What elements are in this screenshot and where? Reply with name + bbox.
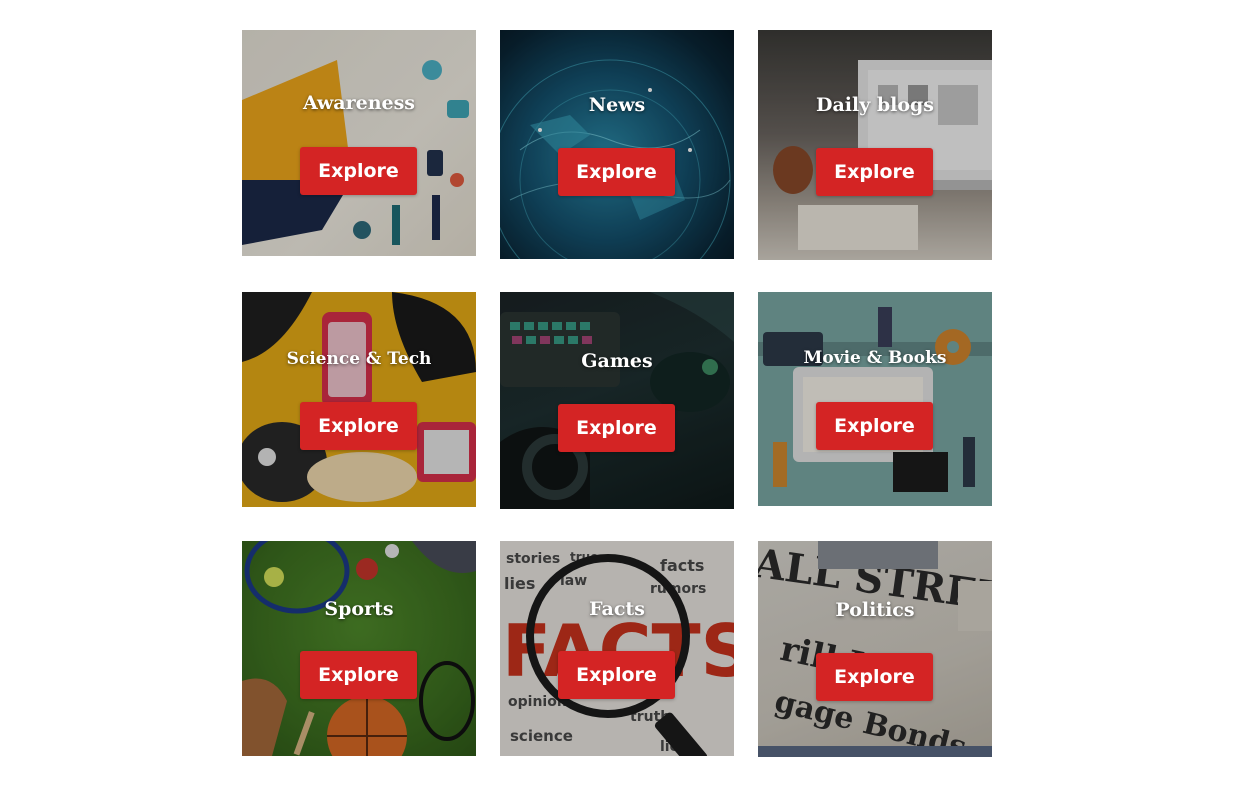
card-title: Politics — [835, 599, 915, 621]
explore-button[interactable]: Explore — [300, 651, 417, 699]
image-overlay — [500, 292, 734, 509]
category-card-news: News Explore — [500, 30, 734, 259]
category-card-games: Games Explore — [500, 292, 734, 509]
category-card-facts: stories true facts lies law rumors opini… — [500, 541, 734, 756]
image-overlay — [242, 292, 476, 507]
category-card-sports: Sports Explore — [242, 541, 476, 756]
category-card-movie-books: Movie & Books Explore — [758, 292, 992, 506]
card-title: Movie & Books — [803, 348, 947, 368]
explore-button[interactable]: Explore — [558, 404, 675, 452]
image-overlay — [758, 292, 992, 506]
card-title: Games — [581, 350, 653, 372]
explore-button[interactable]: Explore — [300, 147, 417, 195]
explore-button[interactable]: Explore — [300, 402, 417, 450]
card-title: News — [588, 94, 646, 116]
category-card-awareness: Awareness Explore — [242, 30, 476, 256]
explore-button[interactable]: Explore — [558, 148, 675, 196]
image-overlay — [500, 30, 734, 259]
explore-button[interactable]: Explore — [816, 148, 933, 196]
image-overlay — [758, 30, 992, 260]
card-title: Sports — [324, 598, 394, 620]
category-card-politics: ALL STREET JOU rill Up gage Bonds Politi… — [758, 541, 992, 757]
image-overlay — [242, 30, 476, 256]
card-title: Science & Tech — [286, 349, 432, 369]
card-title: Facts — [589, 598, 645, 620]
image-overlay — [500, 541, 734, 756]
card-title: Daily blogs — [815, 94, 935, 116]
card-title: Awareness — [302, 92, 416, 114]
category-card-science-tech: Science & Tech Explore — [242, 292, 476, 507]
explore-button[interactable]: Explore — [558, 651, 675, 699]
image-overlay — [242, 541, 476, 756]
explore-button[interactable]: Explore — [816, 402, 933, 450]
category-card-daily-blogs: Daily blogs Explore — [758, 30, 992, 260]
explore-button[interactable]: Explore — [816, 653, 933, 701]
image-overlay — [758, 541, 992, 757]
